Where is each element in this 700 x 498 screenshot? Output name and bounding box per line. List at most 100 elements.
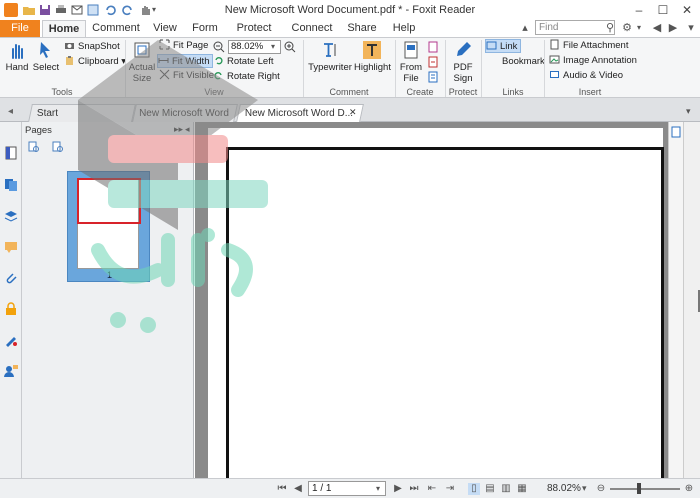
close-icon[interactable]: ✕ [676,2,698,18]
audio-video-button[interactable]: Audio & Video [549,69,623,83]
zoom-in-icon[interactable]: ⊕ [683,483,695,495]
from-file-label: From [399,62,423,73]
chevron-down-icon[interactable]: ▾ [632,21,646,35]
from-clipboard-icon[interactable] [427,71,439,83]
tab-form[interactable]: Form [188,20,222,37]
actual-size-label: Actual [128,62,156,73]
next-page-icon[interactable]: ▶ [392,483,404,495]
tab-protect[interactable]: Protect [234,20,274,37]
from-scanner-icon[interactable] [427,56,439,68]
fit-page-button[interactable]: Fit Page [159,39,208,53]
ribbon-collapse-icon[interactable]: ▴ [518,21,532,35]
minimize-icon[interactable]: – [628,2,650,18]
from-file-button[interactable]: From File [399,40,423,84]
collapse-panel-icon[interactable]: ◂ [185,124,190,135]
continuous-view-icon[interactable]: ▤ [484,483,496,495]
actual-size-button[interactable]: Actual Size [128,40,156,84]
chevron-down-icon[interactable]: ▾ [582,483,587,494]
tab-comment[interactable]: Comment [90,20,142,37]
enlarge-thumbnail-icon[interactable] [28,141,40,153]
zoom-out-icon[interactable]: ⊖ [595,483,607,495]
bookmark-button[interactable]: Bookmark [488,55,545,69]
rotate-left-button[interactable]: Rotate Left [213,55,273,69]
first-page-icon[interactable]: ⏮ [276,483,288,495]
signatures-panel-icon[interactable] [4,333,18,347]
facing-view-icon[interactable]: ▥ [500,483,512,495]
hand-button[interactable]: Hand [4,40,30,73]
fit-visible-button[interactable]: Fit Visible [159,69,214,83]
page-border-frame [226,147,664,478]
tab-help[interactable]: Help [390,20,418,37]
tab-list-icon[interactable]: ▾ [686,106,691,117]
single-page-view-icon[interactable]: ▯ [468,483,480,495]
panel-menu-icon[interactable]: ▸▸ [174,124,183,135]
last-page-icon[interactable]: ⏭ [408,483,420,495]
link-button[interactable]: Link [485,39,522,53]
next-view-icon[interactable]: ⇥ [444,483,456,495]
navigation-rail [0,122,22,498]
attachments-panel-icon[interactable] [4,271,18,285]
previous-page-icon[interactable]: ◀ [292,483,304,495]
group-label-create: Create [406,87,434,97]
tab-share[interactable]: Share [344,20,380,37]
window-title: New Microsoft Word Document.pdf * - Foxi… [224,4,476,16]
select-button[interactable]: Select [32,40,60,73]
image-annotation-button[interactable]: Image Annotation [549,54,637,68]
security-panel-icon[interactable] [4,302,18,316]
doc-tab-start[interactable]: Start [28,104,136,122]
camera-icon [65,43,74,49]
image-annotation-label: Image Annotation [563,55,637,66]
zoom-slider-knob[interactable] [637,483,641,494]
fit-visible-label: Fit Visible [173,70,215,81]
chevron-down-icon[interactable]: ▾ [271,42,275,51]
doc-tab-document-1[interactable]: New Microsoft Word ... [132,104,238,136]
doc-tab-document-2[interactable]: New Microsoft Word D... [236,104,364,122]
highlight-button[interactable]: Highlight [354,40,391,73]
previous-view-icon[interactable]: ⇤ [426,483,438,495]
typewriter-button[interactable]: Typewriter [308,40,352,73]
clipboard-button[interactable]: Clipboard ▾ [64,55,126,69]
select-label: Select [32,62,60,73]
maximize-icon[interactable]: ☐ [652,2,674,18]
user-panel-icon[interactable] [4,364,18,378]
page-thumbnail[interactable]: 1 [67,171,150,282]
reduce-thumbnail-icon[interactable] [52,141,64,153]
tab-scroll-left-icon[interactable]: ◂ [8,106,13,117]
tab-file[interactable]: File [0,20,40,37]
group-label-comment: Comment [329,87,369,97]
tab-home[interactable]: Home [42,20,86,37]
document-info-icon[interactable] [671,126,681,138]
pdf-page[interactable] [208,128,664,478]
thumbnail-viewport-frame[interactable] [77,178,141,224]
forward-icon[interactable]: ▶ [666,21,680,35]
pages-panel-icon[interactable] [4,178,18,192]
close-tab-icon[interactable]: ✕ [349,107,357,118]
layers-panel-icon[interactable] [4,209,18,223]
ribbon-options-icon[interactable]: ▾ [684,21,698,35]
zoom-out-icon[interactable] [213,41,225,53]
comments-panel-icon[interactable] [4,240,18,254]
file-attachment-button[interactable]: File Attachment [549,39,628,53]
document-view[interactable] [195,122,668,478]
zoom-in-icon[interactable] [284,41,296,53]
back-icon[interactable]: ◀ [650,21,664,35]
rotate-right-icon [214,72,222,80]
continuous-facing-view-icon[interactable]: ▦ [516,483,528,495]
snapshot-button[interactable]: SnapShot [64,40,120,54]
bookmarks-panel-icon[interactable] [4,146,18,160]
fit-width-button[interactable]: Fit Width [157,54,214,68]
thumbnail-page [77,178,141,269]
search-icon[interactable]: ⚲ [603,21,617,35]
chevron-down-icon[interactable]: ▾ [376,484,380,493]
rotate-right-button[interactable]: Rotate Right [213,70,280,84]
group-label-protect: Protect [448,87,478,97]
group-label-insert: Insert [578,87,602,97]
pen-icon [457,42,471,56]
pdf-sign-button[interactable]: PDF Sign [450,40,476,84]
blank-page-icon[interactable] [427,41,439,53]
vertical-scrollbar[interactable] [683,122,700,478]
zoom-slider-track[interactable] [610,488,680,490]
tab-view[interactable]: View [148,20,182,37]
tab-connect[interactable]: Connect [290,20,334,37]
page-number-input[interactable]: 1 / 1 [308,481,386,496]
